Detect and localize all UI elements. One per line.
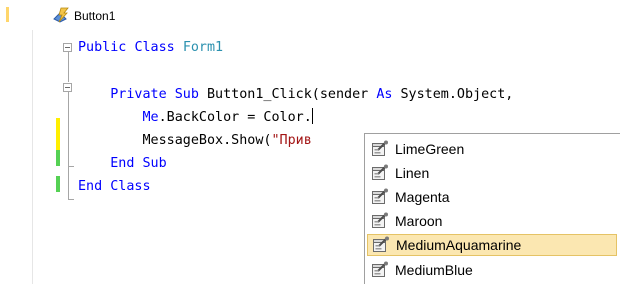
collapse-class-icon[interactable] [63,43,72,52]
completion-item[interactable]: Linen [367,162,617,184]
outline-line [68,52,69,82]
event-handler-icon [53,7,69,23]
code-line-3: Private Sub Button1_Click(sender As Syst… [110,87,514,102]
property-icon [372,261,388,277]
code-line-7: End Class [78,179,151,194]
outline-line [68,92,69,200]
code-line-6: End Sub [110,156,167,171]
outline-end-tick [68,166,74,167]
property-icon [372,188,388,204]
completion-item-selected[interactable]: MediumAquamarine [367,234,617,256]
property-icon [372,140,388,156]
code-line-4: Me.BackColor = Color. [142,108,313,125]
completion-item[interactable]: LimeGreen [367,138,617,160]
completion-item[interactable]: Maroon [367,210,617,232]
intellisense-list[interactable]: LimeGreen Linen Magenta Maroon MediumAqu… [364,133,620,284]
change-marker-unsaved [56,118,60,134]
outline-end-tick [68,199,74,200]
change-marker [6,7,9,22]
member-navigation-bar: Button1 [0,0,622,30]
change-marker-saved [56,150,60,166]
code-line-5: MessageBox.Show("Прив [142,133,312,148]
change-marker-saved [56,176,60,192]
property-icon [373,236,389,252]
member-label: Button1 [74,9,116,23]
property-icon [372,164,388,180]
property-icon [372,212,388,228]
text-caret [311,108,313,124]
completion-item[interactable]: MediumBlue [367,259,617,281]
change-marker-unsaved [56,134,60,150]
collapse-sub-icon[interactable] [63,83,72,92]
member-dropdown[interactable]: Button1 [52,7,115,23]
code-line-1: Public Class Form1 [78,40,224,55]
completion-item[interactable]: Magenta [367,186,617,208]
selection-margin [32,30,33,284]
